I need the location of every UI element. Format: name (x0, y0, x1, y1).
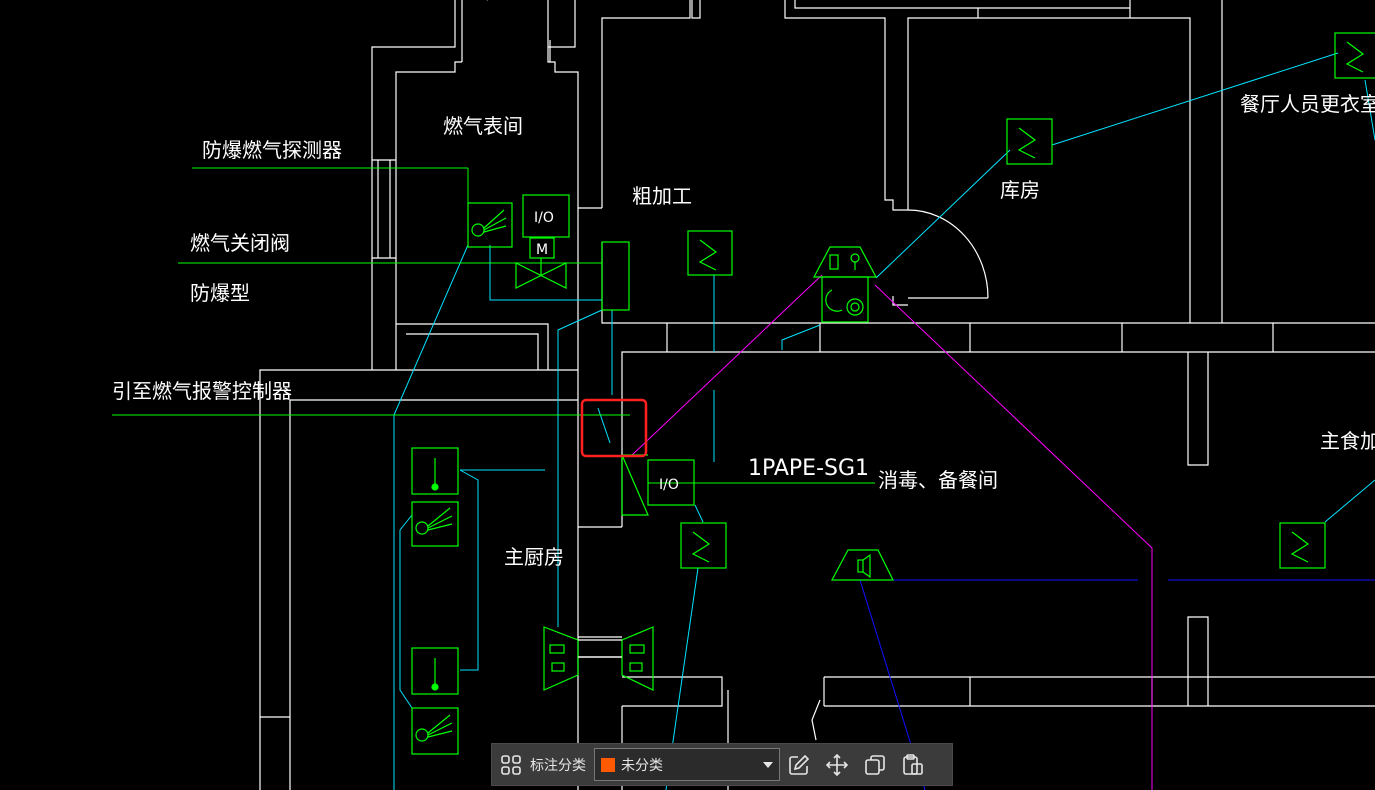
detector-1 (411, 447, 459, 495)
drawing-labels: 燃气表间 防爆燃气探测器 燃气关闭阀 防爆型 引至燃气报警控制器 粗加工 库房 … (112, 92, 1375, 569)
speaker-symbol (831, 549, 894, 581)
switch-box-2 (1006, 118, 1053, 165)
label-staple-food-processing: 主食加工 (1320, 429, 1375, 453)
gas-detector-2 (411, 501, 459, 547)
category-color-swatch (601, 757, 615, 772)
move-icon[interactable] (818, 744, 856, 785)
annotation-toolbar: 标注分类 未分类 (491, 743, 953, 786)
category-select-value: 未分类 (621, 757, 663, 774)
alarm-speaker-box (821, 276, 869, 323)
io-module-top-text: I/O (534, 210, 554, 226)
alarm-trapezoid-top (813, 246, 877, 278)
label-explosion-proof-gas-detector: 防爆燃气探测器 (202, 138, 342, 162)
copy-icon[interactable] (856, 744, 894, 785)
gas-detector-4 (411, 707, 459, 755)
detector-3 (411, 647, 459, 695)
junction-box (601, 241, 630, 311)
switch-box-3 (1334, 32, 1375, 79)
switch-box-5 (1279, 522, 1326, 569)
label-equipment-code: 1PAPE-SG1 (748, 456, 869, 481)
label-disinfection-room: 消毒、备餐间 (878, 468, 998, 492)
cad-drawing-canvas[interactable]: 燃气表间 防爆燃气探测器 燃气关闭阀 防爆型 引至燃气报警控制器 粗加工 库房 … (0, 0, 1375, 790)
alarm-trapezoid-bottom-right (621, 626, 654, 691)
chevron-down-icon (763, 761, 773, 768)
category-label: 标注分类 (530, 757, 586, 774)
io-module-middle-text: I/O (659, 477, 679, 493)
equipment-leader-lines (112, 167, 875, 484)
category-select[interactable]: 未分类 (594, 748, 780, 781)
label-storage-room: 库房 (1000, 178, 1040, 202)
label-to-gas-alarm-controller: 引至燃气报警控制器 (112, 379, 292, 403)
walls (259, 0, 1375, 790)
alarm-trapezoid-bottom-left (543, 626, 579, 691)
equipment (411, 32, 1375, 755)
motor-box-text: M (536, 242, 548, 258)
label-gas-meter-room: 燃气表间 (443, 114, 523, 138)
gas-detector-symbol (467, 202, 513, 248)
switch-box-4 (680, 522, 727, 569)
label-gas-shutoff-valve: 燃气关闭阀 (190, 231, 290, 255)
edit-icon[interactable] (780, 744, 818, 785)
label-staff-changing-room: 餐厅人员更衣室 (1240, 92, 1375, 116)
grid-icon[interactable] (492, 744, 530, 785)
selection-highlight-box[interactable] (580, 398, 648, 458)
label-main-kitchen: 主厨房 (504, 545, 564, 569)
switch-box-1 (687, 230, 733, 276)
label-explosion-proof-type: 防爆型 (190, 281, 250, 305)
label-rough-processing: 粗加工 (632, 184, 692, 208)
wedge-symbol (621, 454, 649, 516)
paste-icon[interactable] (894, 744, 932, 785)
